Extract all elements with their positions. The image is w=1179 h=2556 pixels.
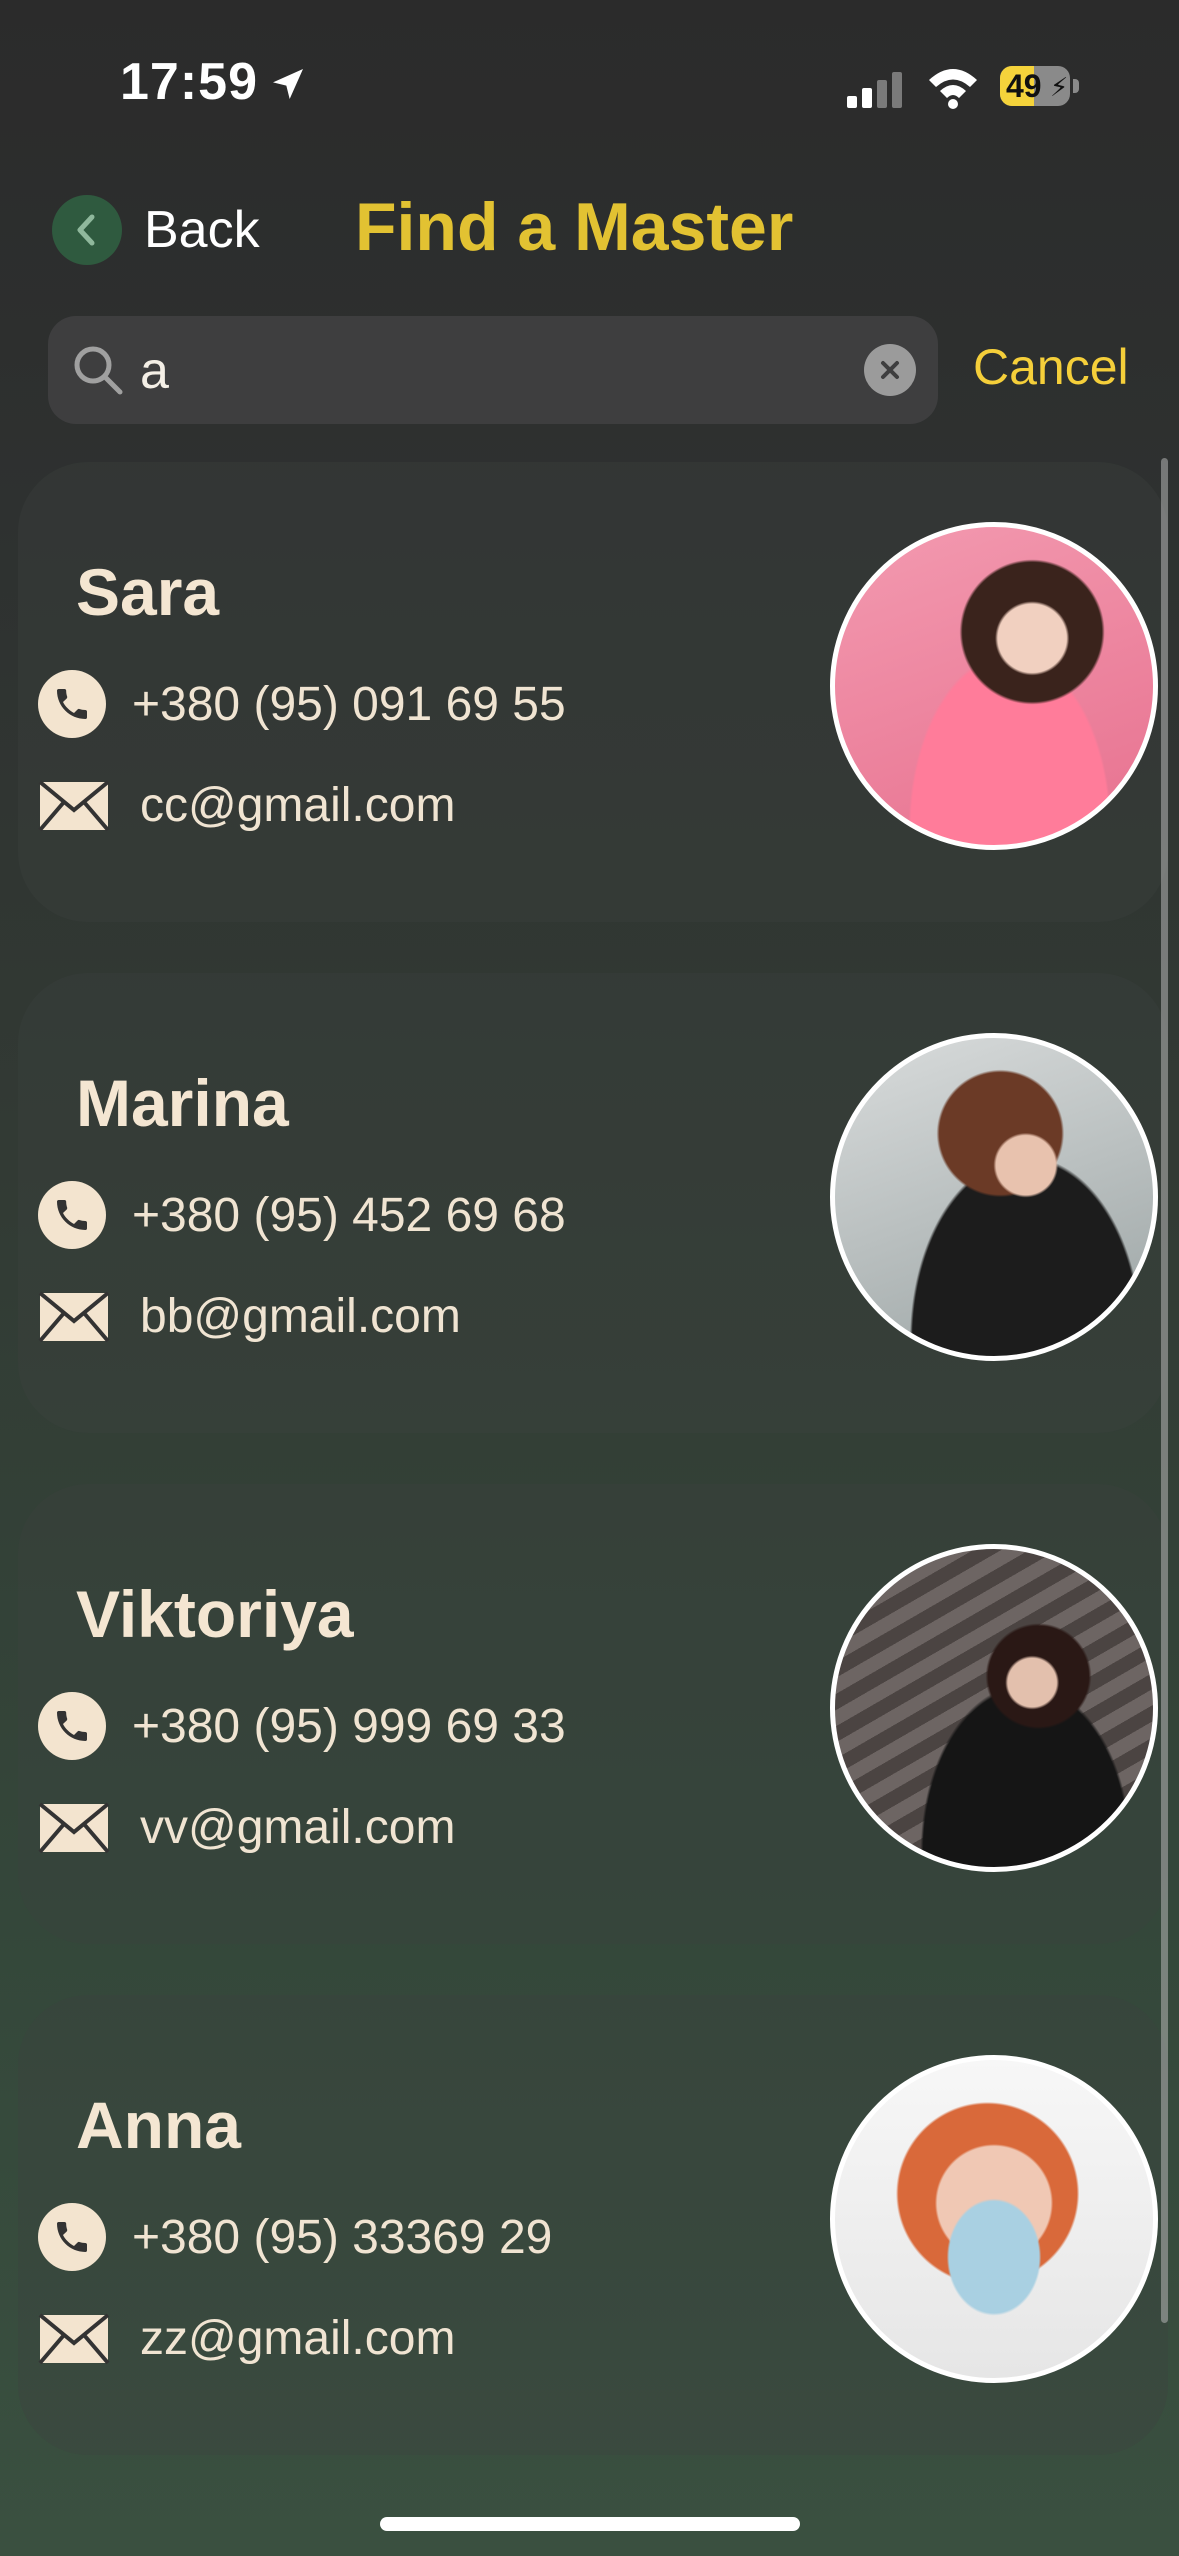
battery-level: 49	[1006, 68, 1042, 104]
mail-icon	[38, 1801, 110, 1853]
wifi-icon	[929, 69, 977, 109]
mail-icon	[38, 779, 110, 831]
master-email: cc@gmail.com	[140, 779, 456, 832]
status-bar: 17:59 49 ⚡	[0, 0, 1179, 170]
master-name: Sara	[76, 555, 220, 629]
location-arrow-icon	[273, 69, 303, 99]
master-email: zz@gmail.com	[140, 2312, 456, 2365]
email-row[interactable]: zz@gmail.com	[38, 2311, 455, 2366]
cellular-signal-icon	[847, 72, 902, 108]
master-avatar	[830, 1544, 1158, 1872]
page-title: Find a Master	[355, 189, 794, 265]
master-name: Viktoriya	[76, 1577, 354, 1651]
mail-icon	[38, 2312, 110, 2364]
search-field[interactable]	[48, 316, 938, 424]
master-phone: +380 (95) 999 69 33	[132, 1699, 566, 1753]
home-indicator[interactable]	[380, 2517, 800, 2531]
master-avatar	[830, 2055, 1158, 2383]
master-email: bb@gmail.com	[140, 1290, 461, 1343]
phone-row[interactable]: +380 (95) 33369 29	[38, 2203, 552, 2271]
search-input[interactable]	[138, 334, 842, 408]
search-row: Cancel	[48, 316, 1148, 424]
master-card[interactable]: Viktoriya +380 (95) 999 69 33 vv@gmail.c…	[18, 1484, 1168, 1944]
master-card[interactable]: Anna +380 (95) 33369 29 zz@gmail.com	[18, 1995, 1168, 2455]
master-phone: +380 (95) 091 69 55	[132, 677, 566, 731]
phone-row[interactable]: +380 (95) 091 69 55	[38, 670, 566, 738]
scrollbar[interactable]	[1161, 458, 1168, 2323]
clear-search-icon[interactable]	[864, 344, 916, 396]
master-avatar	[830, 522, 1158, 850]
phone-icon	[38, 1692, 106, 1760]
status-time: 17:59	[120, 53, 258, 111]
navigation-bar: Back Find a Master	[0, 180, 1179, 280]
phone-icon	[38, 1181, 106, 1249]
master-email: vv@gmail.com	[140, 1801, 456, 1854]
phone-icon	[38, 670, 106, 738]
email-row[interactable]: vv@gmail.com	[38, 1800, 455, 1855]
master-avatar	[830, 1033, 1158, 1361]
chevron-left-icon	[52, 195, 122, 265]
phone-row[interactable]: +380 (95) 452 69 68	[38, 1181, 566, 1249]
mail-icon	[38, 1290, 110, 1342]
charging-bolt-icon: ⚡	[1050, 72, 1069, 102]
master-card[interactable]: Sara +380 (95) 091 69 55 cc@gmail.com	[18, 462, 1168, 922]
master-phone: +380 (95) 452 69 68	[132, 1188, 566, 1242]
email-row[interactable]: cc@gmail.com	[38, 778, 455, 833]
battery-indicator: 49 ⚡	[1000, 66, 1080, 106]
email-row[interactable]: bb@gmail.com	[38, 1289, 461, 1344]
back-button[interactable]: Back	[52, 192, 260, 268]
master-card[interactable]: Marina +380 (95) 452 69 68 bb@gmail.com	[18, 973, 1168, 1433]
back-label: Back	[144, 201, 260, 259]
master-name: Anna	[76, 2088, 241, 2162]
search-icon	[74, 346, 123, 395]
phone-row[interactable]: +380 (95) 999 69 33	[38, 1692, 566, 1760]
master-phone: +380 (95) 33369 29	[132, 2210, 553, 2264]
phone-icon	[38, 2203, 106, 2271]
cancel-button[interactable]: Cancel	[973, 338, 1129, 396]
master-name: Marina	[76, 1066, 289, 1140]
